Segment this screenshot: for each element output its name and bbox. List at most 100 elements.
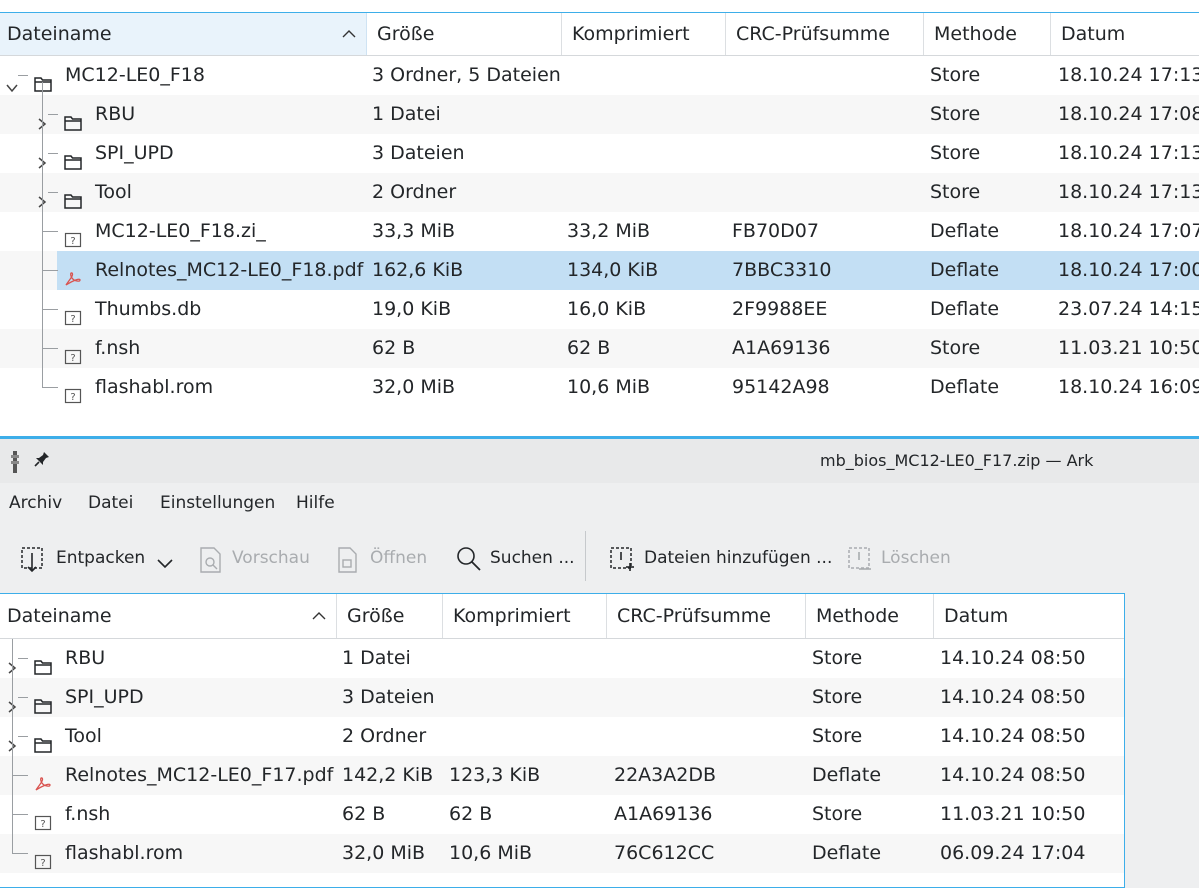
file-method: Store (812, 647, 863, 669)
file-date: 14.10.24 08:50 (940, 725, 1086, 747)
file-size: 3 Ordner, 5 Dateien (372, 64, 561, 86)
file-size: 162,6 KiB (372, 259, 464, 281)
add-files-icon (609, 547, 635, 585)
table-row[interactable]: Relnotes_MC12-LE0_F17.pdf 142,2 KiB 123,3 … (0, 756, 1124, 795)
table-row[interactable]: Tool 2 Ordner Store 18.10.24 17:13 (0, 173, 1199, 212)
file-name: Relnotes_MC12-LE0_F18.pdf (95, 259, 364, 281)
file-compressed: 10,6 MiB (449, 842, 533, 864)
file-name: Tool (65, 725, 102, 747)
table-row[interactable]: RBU 1 Datei Store 14.10.24 08:50 (0, 639, 1124, 679)
file-method: Deflate (930, 259, 1000, 281)
file-date: 11.03.21 10:50 (1058, 337, 1199, 359)
column-label: Datum (944, 605, 1009, 627)
table-row[interactable]: RBU 1 Datei Store 18.10.24 17:08 (0, 95, 1199, 134)
file-size: 32,0 MiB (342, 842, 426, 864)
menu-einstellungen[interactable]: Einstellungen (160, 483, 275, 523)
file-date: 18.10.24 17:13 (1058, 142, 1199, 164)
file-method: Deflate (930, 376, 1000, 398)
column-header-filename[interactable]: Dateiname (0, 13, 367, 55)
tree-line (48, 153, 58, 154)
column-header-size[interactable]: Größe (367, 13, 562, 55)
tree-line (12, 853, 28, 854)
toolbar-separator (585, 531, 586, 581)
menu-hilfe[interactable]: Hilfe (296, 483, 335, 523)
table-row[interactable]: Relnotes_MC12-LE0_F18.pdf 162,6 KiB 134,0 … (0, 251, 1199, 290)
column-label: CRC-Prüfsumme (736, 23, 890, 45)
file-size: 19,0 KiB (372, 298, 452, 320)
file-date: 11.03.21 10:50 (940, 803, 1086, 825)
tree-line (12, 639, 13, 853)
file-date: 18.10.24 17:13 (1058, 64, 1199, 86)
file-compressed: 62 B (567, 337, 611, 359)
table-row[interactable]: SPI_UPD 3 Dateien Store 14.10.24 08:50 (0, 678, 1124, 717)
title-bar: mb_bios_MC12-LE0_F17.zip — Ark (0, 439, 1199, 483)
table-row[interactable]: ? f.nsh 62 B 62 B A1A69136 Store 11.03.21 10:5… (0, 329, 1199, 368)
table-row[interactable]: ? f.nsh 62 B 62 B A1A69136 Store 11.03.21 10:5… (0, 795, 1124, 834)
file-crc: 76C612CC (614, 842, 715, 864)
column-header-method[interactable]: Methode (924, 13, 1051, 55)
column-header-date[interactable]: Datum (934, 594, 1124, 638)
column-label: Methode (934, 23, 1017, 45)
file-crc: 2F9988EE (732, 298, 828, 320)
tree-line (12, 775, 28, 776)
tree-line (42, 270, 58, 271)
svg-text:?: ? (70, 236, 75, 247)
file-date: 06.09.24 17:04 (940, 842, 1086, 864)
table-row[interactable]: MC12-LE0_F18 3 Ordner, 5 Dateien Store 18.1… (0, 56, 1199, 95)
menu-datei[interactable]: Datei (88, 483, 133, 523)
file-size: 2 Ordner (372, 181, 457, 203)
extract-label: Entpacken (56, 548, 146, 568)
column-header-crc[interactable]: CRC-Prüfsumme (726, 13, 924, 55)
open-label: Öffnen (370, 548, 428, 568)
file-method: Store (812, 803, 863, 825)
column-header-filename[interactable]: Dateiname (0, 594, 337, 638)
column-label: Dateiname (7, 605, 112, 627)
unknown-file-icon: ? (64, 301, 82, 326)
column-header-size[interactable]: Größe (337, 594, 443, 638)
tree-line (18, 697, 28, 698)
file-date: 18.10.24 17:00 (1058, 259, 1199, 281)
chevron-down-icon[interactable] (156, 553, 174, 575)
svg-text:?: ? (70, 392, 75, 403)
unknown-file-icon: ? (64, 340, 82, 365)
file-method: Store (930, 103, 981, 125)
table-row[interactable]: ? flashabl.rom 32,0 MiB 10,6 MiB 76C612CC Def… (0, 834, 1124, 873)
file-name: RBU (95, 103, 136, 125)
file-method: Deflate (930, 220, 1000, 242)
table-row[interactable]: ? Thumbs.db 19,0 KiB 16,0 KiB 2F9988EE Deflat… (0, 290, 1199, 329)
toolbar: Entpacken Vorschau Öffnen Suchen ... Dat… (0, 523, 1199, 593)
search-label: Suchen ... (490, 548, 575, 568)
file-compressed: 10,6 MiB (567, 376, 651, 398)
file-compressed: 16,0 KiB (567, 298, 647, 320)
column-header-compressed[interactable]: Komprimiert (562, 13, 726, 55)
file-name: SPI_UPD (65, 686, 144, 708)
tree-line (42, 348, 58, 349)
tree-line (42, 231, 58, 232)
file-size: 1 Datei (342, 647, 411, 669)
file-crc: 7BBC3310 (732, 259, 832, 281)
open-file-icon (337, 547, 359, 585)
table-row[interactable]: ? MC12-LE0_F18.zi_ 33,3 MiB 33,2 MiB FB70D07… (0, 212, 1199, 251)
file-compressed: 123,3 KiB (449, 764, 541, 786)
column-header-date[interactable]: Datum (1051, 13, 1199, 55)
file-size: 142,2 KiB (342, 764, 434, 786)
menu-archiv[interactable]: Archiv (9, 483, 62, 523)
folder-icon (34, 650, 52, 675)
column-header: Dateiname Größe Komprimiert CRC-Prüfsumm… (0, 594, 1124, 639)
pin-icon[interactable] (34, 451, 50, 474)
file-method: Store (930, 142, 981, 164)
tree-line (18, 658, 28, 659)
table-row[interactable]: ? flashabl.rom 32,0 MiB 10,6 MiB 95142A98 Def… (0, 368, 1199, 407)
table-row[interactable]: Tool 2 Ordner Store 14.10.24 08:50 (0, 717, 1124, 756)
column-header-method[interactable]: Methode (806, 594, 934, 638)
delete-label: Löschen (881, 548, 951, 568)
tree-line (12, 814, 28, 815)
table-row[interactable]: SPI_UPD 3 Dateien Store 18.10.24 17:13 (0, 134, 1199, 173)
file-method: Deflate (812, 764, 882, 786)
column-header-crc[interactable]: CRC-Prüfsumme (607, 594, 806, 638)
file-size: 62 B (372, 337, 416, 359)
tree-line (18, 736, 28, 737)
column-header-compressed[interactable]: Komprimiert (443, 594, 607, 638)
svg-text:?: ? (70, 314, 75, 325)
ark-app-icon[interactable] (8, 451, 22, 478)
